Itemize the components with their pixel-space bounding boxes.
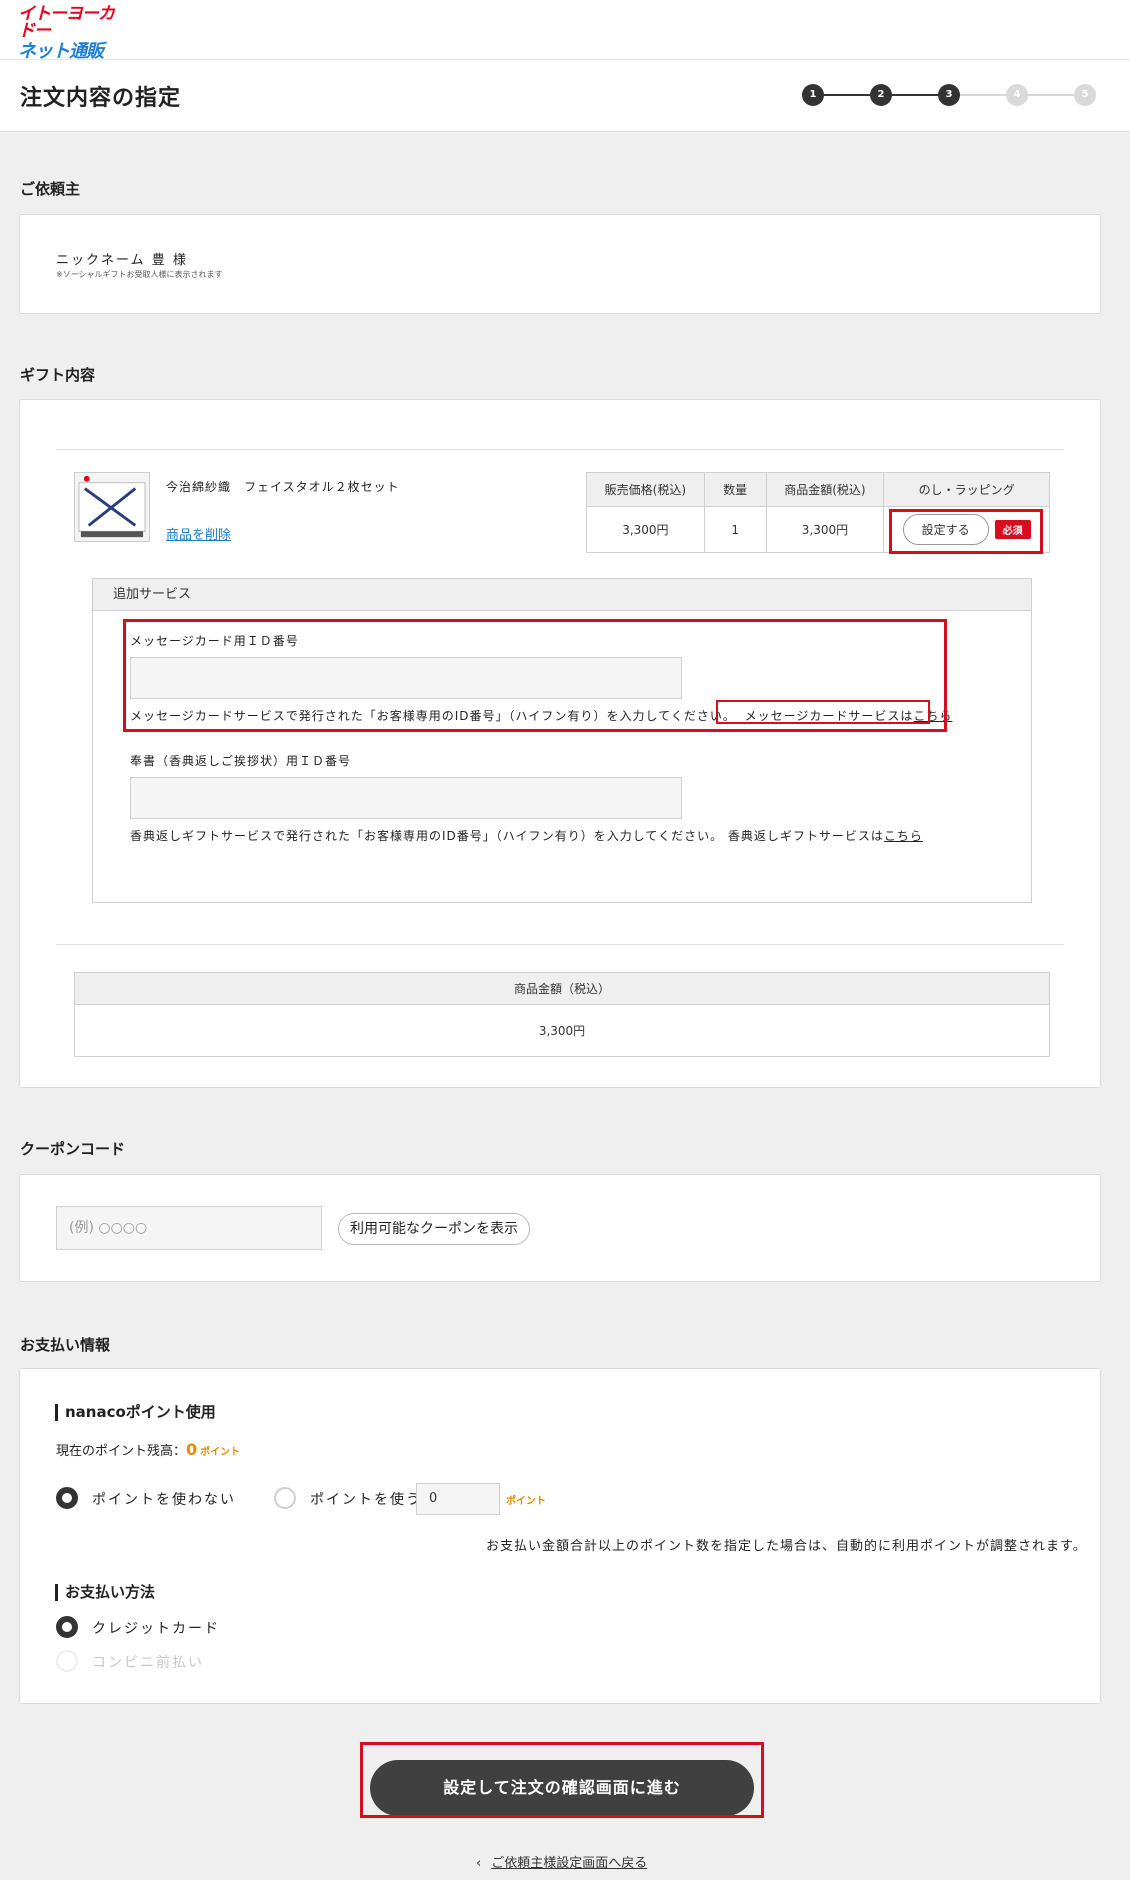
total-header: 商品金額（税込）: [74, 972, 1050, 1005]
brand-line1: イトーヨーカドー: [18, 4, 115, 41]
noshi-set-button[interactable]: 設定する: [902, 514, 989, 545]
message-card-link-prefix: メッセージカードサービスは: [744, 709, 914, 723]
cell-qty: 1: [703, 506, 767, 553]
step-1: 1: [802, 84, 824, 106]
step-4: 4: [1006, 84, 1028, 106]
housho-link[interactable]: こちら: [884, 829, 923, 843]
header-amount: 商品金額(税込): [765, 472, 885, 507]
step-3: 3: [938, 84, 960, 106]
divider: [56, 449, 1064, 450]
point-balance-value: 0: [186, 1440, 198, 1459]
product-image: [74, 472, 150, 542]
step-2: 2: [870, 84, 892, 106]
chevron-left-icon: ‹: [476, 1856, 482, 1871]
back-link-text[interactable]: ご依頼主様設定画面へ戻る: [491, 1856, 647, 1871]
step-5: 5: [1074, 84, 1096, 106]
coupon-section-title: クーポンコード: [20, 1140, 126, 1158]
housho-help: 香典返しギフトサービスで発行された「お客様専用のID番号」（ハイフン有り）を入力…: [130, 827, 923, 844]
site-header: イトーヨーカドー ネット通販: [0, 0, 1130, 61]
convenience-label: コンビニ前払い: [92, 1655, 204, 1671]
no-points-radio[interactable]: [56, 1487, 78, 1509]
convenience-radio: [56, 1650, 78, 1672]
towel-image: [78, 475, 146, 538]
point-balance: 現在のポイント残高：0 ポイント: [56, 1440, 240, 1459]
housho-id-input[interactable]: [130, 777, 682, 819]
total-value: 3,300円: [74, 1004, 1050, 1057]
point-balance-label: 現在のポイント残高：: [56, 1444, 187, 1459]
cell-price: 3,300円: [586, 506, 705, 553]
credit-card-radio[interactable]: [56, 1616, 78, 1638]
requester-section-title: ご依頼主: [20, 180, 81, 198]
housho-help-text: 香典返しギフトサービスで発行された「お客様専用のID番号」（ハイフン有り）を入力…: [130, 829, 884, 843]
back-link[interactable]: ‹ ご依頼主様設定画面へ戻る: [476, 1852, 647, 1871]
points-adjust-note: お支払い金額合計以上のポイント数を指定した場合は、自動的に利用ポイントが調整され…: [486, 1539, 1087, 1554]
brand-logo[interactable]: イトーヨーカドー ネット通販: [18, 6, 128, 61]
product-table: 販売価格(税込) 数量 商品金額(税込) のし・ラッピング 3,300円 1 3…: [586, 472, 1050, 553]
points-amount-input[interactable]: 0: [416, 1483, 500, 1515]
cell-amount: 3,300円: [765, 506, 885, 553]
header-price: 販売価格(税込): [586, 472, 705, 507]
message-card-help-text: メッセージカードサービスで発行された「お客様専用のID番号」（ハイフン有り）を入…: [130, 709, 736, 723]
product-name: 今治綿紗織 フェイスタオル２枚セット: [166, 480, 400, 494]
use-points-label[interactable]: ポイントを使う: [310, 1489, 422, 1509]
gift-section-title: ギフト内容: [20, 366, 96, 384]
use-points-radio[interactable]: [274, 1487, 296, 1509]
proceed-button[interactable]: 設定して注文の確認画面に進む: [370, 1760, 754, 1816]
required-badge: 必須: [994, 520, 1031, 539]
cell-noshi: 設定する 必須: [883, 506, 1050, 553]
header-noshi: のし・ラッピング: [883, 472, 1050, 507]
message-card-label: メッセージカード用ＩＤ番号: [130, 634, 299, 648]
additional-services-title: 追加サービス: [93, 579, 1031, 611]
requester-card: ニックネーム 豊 様 ※ソーシャルギフトお受取人様に表示されます: [19, 214, 1101, 314]
points-unit: ポイント: [506, 1496, 546, 1507]
payment-section-title: お支払い情報: [20, 1336, 111, 1354]
requester-note: ※ソーシャルギフトお受取人様に表示されます: [56, 270, 223, 279]
point-balance-unit: ポイント: [200, 1447, 241, 1458]
page-title: 注文内容の指定: [20, 86, 182, 111]
nanaco-title: nanacoポイント使用: [55, 1404, 216, 1421]
payment-method-title: お支払い方法: [55, 1584, 155, 1601]
additional-services: 追加サービス: [92, 578, 1032, 903]
header-qty: 数量: [703, 472, 767, 507]
brand-line2: ネット通販: [18, 41, 104, 62]
total-table: 商品金額（税込） 3,300円: [74, 972, 1050, 1057]
coupon-input[interactable]: (例) ○○○○: [56, 1206, 322, 1250]
step-indicator: 1 2 3 4 5: [802, 82, 1102, 108]
message-card-id-input[interactable]: [130, 657, 682, 699]
title-bar: 注文内容の指定 1 2 3 4 5: [0, 60, 1130, 132]
delete-product-link[interactable]: 商品を削除: [166, 524, 231, 543]
credit-card-label[interactable]: クレジットカード: [92, 1618, 220, 1638]
show-coupons-button[interactable]: 利用可能なクーポンを表示: [338, 1213, 530, 1245]
no-points-label[interactable]: ポイントを使わない: [92, 1489, 236, 1509]
housho-label: 奉書（香典返しご挨拶状）用ＩＤ番号: [130, 754, 352, 768]
message-card-link[interactable]: こちら: [913, 709, 952, 723]
divider: [56, 944, 1064, 945]
message-card-help: メッセージカードサービスで発行された「お客様専用のID番号」（ハイフン有り）を入…: [130, 707, 952, 724]
requester-name: ニックネーム 豊 様: [56, 253, 188, 268]
message-card-link-group[interactable]: メッセージカードサービスはこちら: [745, 709, 953, 723]
